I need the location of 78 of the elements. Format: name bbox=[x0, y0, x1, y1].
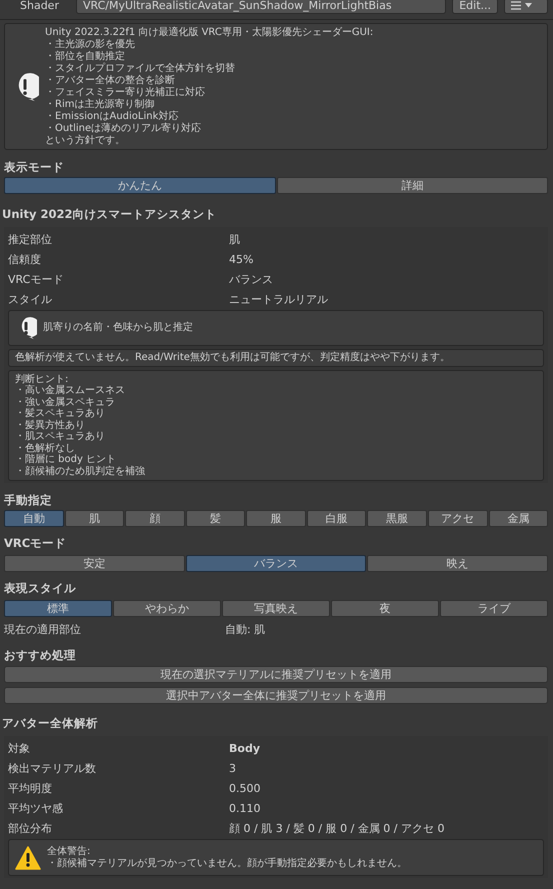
hint-line: ・髪異方性あり bbox=[15, 420, 86, 431]
toggle-tab[interactable]: 肌 bbox=[64, 510, 124, 527]
notice-text: 色解析が使えていません。Read/Write無効でも利用は可能ですが、判定精度はやや下がります。 bbox=[15, 352, 451, 364]
toggle-tab[interactable]: 安定 bbox=[4, 555, 185, 572]
hint-line: ・髪スペキュラあり bbox=[15, 408, 106, 420]
toggle-tab[interactable]: 詳細 bbox=[276, 177, 548, 194]
field-label: 部位分布 bbox=[8, 822, 53, 834]
info-text-line: ・Outlineは薄めのリアル寄り対応 bbox=[45, 122, 202, 134]
toggle-tab[interactable]: バランス bbox=[186, 555, 366, 572]
shader-dropdown[interactable]: VRC/MyUltraRealisticAvatar_SunShadow_MirrorLightBias bbox=[76, 0, 446, 14]
toggle-tab[interactable]: 夜 bbox=[331, 600, 439, 617]
section-header: 手動指定 bbox=[4, 492, 53, 509]
field-value: バランス bbox=[229, 272, 273, 286]
toggle-tab[interactable]: 標準 bbox=[4, 600, 112, 617]
field-label: 平均明度 bbox=[8, 782, 53, 794]
field-label: スタイル bbox=[8, 292, 53, 306]
field-label: VRCモード bbox=[8, 272, 64, 286]
hint-line: ・高い金属スムースネス bbox=[15, 385, 126, 396]
info-text-line: という方針です。 bbox=[45, 134, 126, 146]
toggle-tab[interactable]: 髪 bbox=[186, 510, 246, 527]
apply-preset-button[interactable]: 選択中アバター全体に推奨プリセットを適用 bbox=[4, 687, 548, 704]
menu-icon bbox=[511, 1, 521, 10]
info-text-line: ・EmissionはAudioLink対応 bbox=[45, 110, 180, 122]
field-value: 45% bbox=[229, 252, 254, 266]
info-text-line: ・主光源の影を優先 bbox=[45, 38, 136, 50]
toggle-tab[interactable]: 映え bbox=[367, 555, 548, 572]
hint-line: ・色解析なし bbox=[15, 442, 76, 454]
field-value: ニュートラルリアル bbox=[229, 292, 328, 306]
toggle-tab[interactable]: 写真映え bbox=[222, 600, 330, 617]
apply-preset-button[interactable]: 現在の選択マテリアルに推奨プリセットを適用 bbox=[4, 666, 548, 683]
info-text-line: ・部位を自動推定 bbox=[45, 50, 126, 62]
hint-line: 判断ヒント: bbox=[15, 374, 70, 384]
section-header: 表示モード bbox=[4, 159, 65, 176]
toggle-tab[interactable]: ライブ bbox=[440, 600, 548, 617]
field-label: 推定部位 bbox=[8, 232, 53, 246]
hint-line: ・顔候補のため肌判定を補強 bbox=[15, 466, 146, 477]
hint-line: ・階層に body ヒント bbox=[15, 454, 118, 466]
toggle-tab[interactable]: 黒服 bbox=[367, 510, 427, 527]
section-header: 表現スタイル bbox=[4, 580, 77, 597]
caret-icon bbox=[525, 3, 532, 8]
warning-icon bbox=[15, 846, 41, 870]
menu-button[interactable] bbox=[504, 0, 548, 14]
hint-line: ・肌スペキュラあり bbox=[15, 431, 106, 442]
field-value: 0.110 bbox=[229, 802, 260, 814]
toggle-tab[interactable]: 服 bbox=[246, 510, 306, 527]
section-header: VRCモード bbox=[4, 535, 68, 552]
toggle-tab[interactable]: 自動 bbox=[4, 510, 64, 527]
section-header: Unity 2022向けスマートアシスタント bbox=[2, 206, 218, 223]
field-value: 肌 bbox=[229, 232, 240, 246]
field-label: 現在の適用部位 bbox=[4, 622, 82, 636]
shader-label: Shader bbox=[19, 0, 60, 12]
field-value: 3 bbox=[229, 762, 236, 774]
section-header: アバター全体解析 bbox=[2, 715, 99, 732]
info-text-line: ・Rimは主光源寄り制御 bbox=[45, 98, 156, 110]
toggle-tab[interactable]: 顔 bbox=[125, 510, 185, 527]
field-value: Body bbox=[229, 742, 260, 754]
toggle-tab[interactable]: アクセ bbox=[428, 510, 488, 527]
warning-text: ・顔候補マテリアルが見つかっていません。顔が手動指定必要かもしれません。 bbox=[47, 858, 407, 870]
field-value: 顔 0 / 肌 3 / 髪 0 / 服 0 / 金属 0 / アクセ 0 bbox=[229, 822, 444, 834]
field-label: 対象 bbox=[8, 742, 31, 754]
field-label: 検出マテリアル数 bbox=[8, 762, 97, 774]
field-value: 0.500 bbox=[229, 782, 260, 794]
edit-button[interactable]: Edit... bbox=[452, 0, 498, 14]
info-text-line: ・フェイスミラー寄り光補正に対応 bbox=[45, 86, 206, 98]
help-text: 肌寄りの名前・色味から肌と推定 bbox=[43, 322, 193, 334]
toggle-tab[interactable]: やわらか bbox=[113, 600, 221, 617]
info-text-line: ・スタイルプロファイルで全体方針を切替 bbox=[45, 62, 236, 74]
toggle-tab[interactable]: 白服 bbox=[306, 510, 366, 527]
field-label: 信頼度 bbox=[8, 252, 42, 266]
field-value: 自動: 肌 bbox=[225, 622, 266, 636]
info-text-line: ・アバター全体の整合を診断 bbox=[45, 74, 176, 86]
toggle-tab[interactable]: かんたん bbox=[4, 177, 276, 194]
section-header: おすすめ処理 bbox=[4, 647, 77, 664]
hint-line: ・強い金属スペキュラ bbox=[15, 396, 116, 408]
toggle-tab[interactable]: 金属 bbox=[488, 510, 548, 527]
field-label: 平均ツヤ感 bbox=[8, 802, 64, 814]
warning-title: 全体警告: bbox=[47, 846, 92, 858]
info-text-line: Unity 2022.3.22f1 向け最適化版 VRC専用・太陽影優先シェーダーGUI: bbox=[45, 26, 374, 38]
